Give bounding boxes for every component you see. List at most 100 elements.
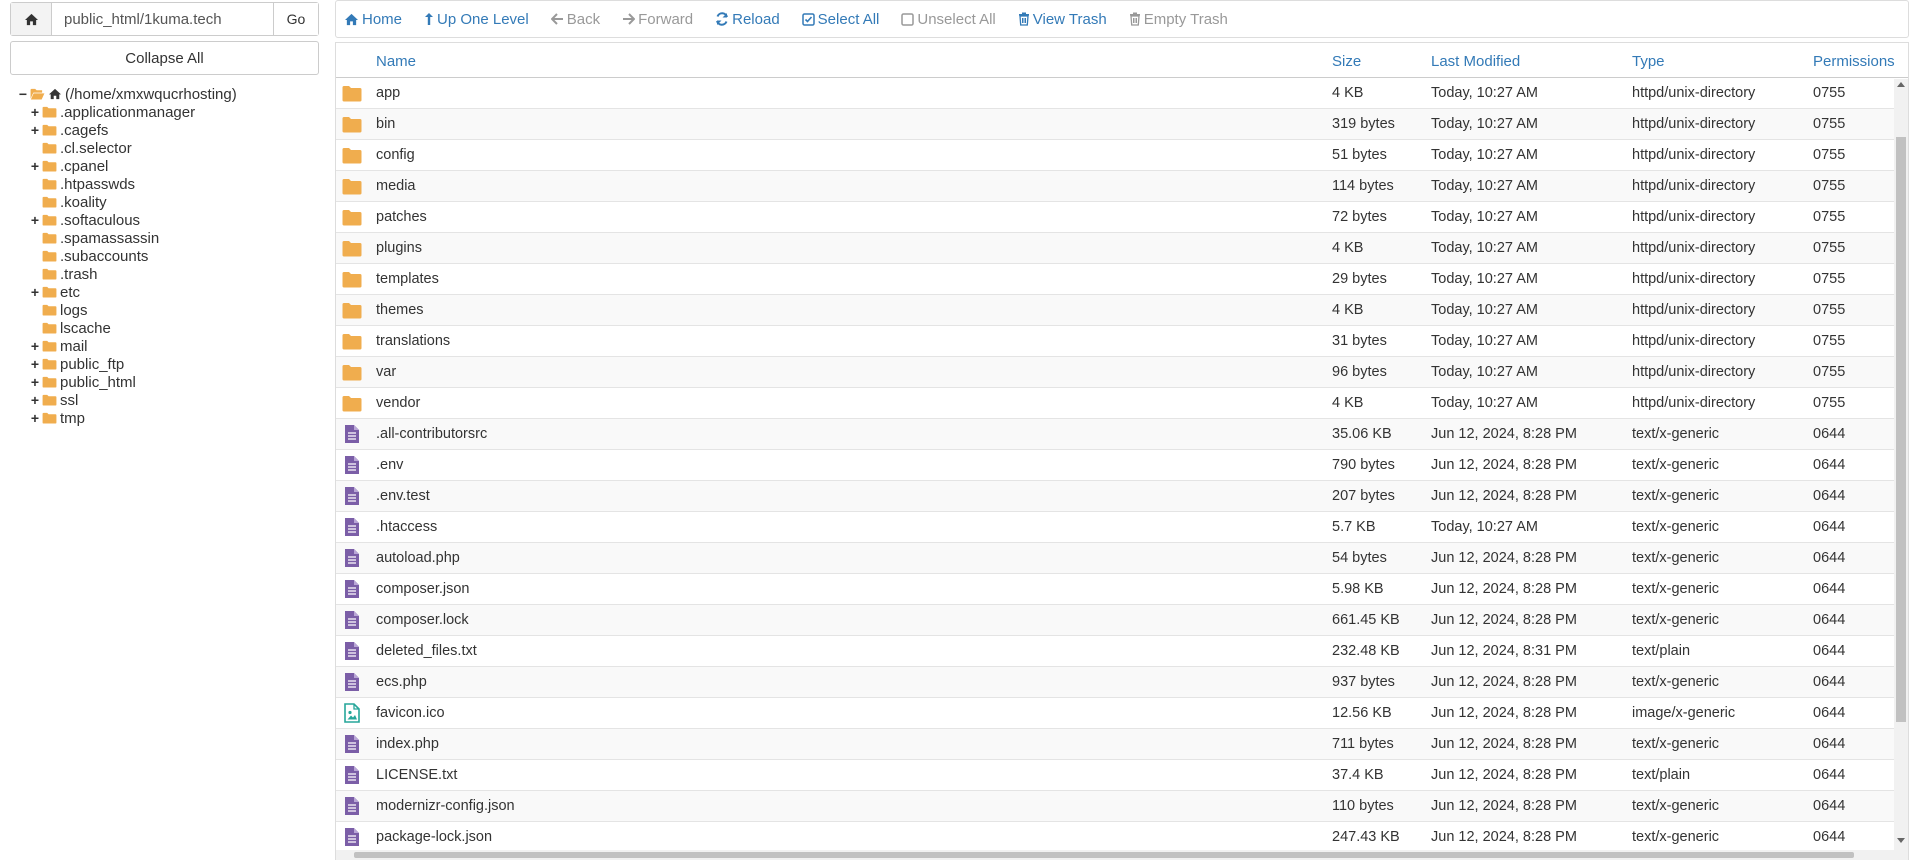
table-row[interactable]: patches 72 bytes Today, 10:27 AM httpd/unix… bbox=[336, 202, 1894, 233]
tree-item[interactable]: lscache bbox=[30, 318, 111, 338]
file-name[interactable]: .env.test bbox=[376, 488, 430, 504]
tree-expand-toggle[interactable]: + bbox=[30, 213, 40, 227]
collapse-all-button[interactable]: Collapse All bbox=[10, 41, 319, 75]
scroll-up-arrow[interactable] bbox=[1897, 82, 1905, 87]
path-input[interactable] bbox=[52, 3, 273, 35]
tree-expand-toggle[interactable]: + bbox=[30, 411, 40, 425]
table-row[interactable]: translations 31 bytes Today, 10:27 AM httpd… bbox=[336, 326, 1894, 357]
table-row[interactable]: templates 29 bytes Today, 10:27 AM httpd/un… bbox=[336, 264, 1894, 295]
home-directory-button[interactable] bbox=[11, 3, 52, 35]
scrollbar-thumb[interactable] bbox=[1896, 137, 1906, 722]
file-name[interactable]: package-lock.json bbox=[376, 829, 492, 845]
tree-item[interactable]: .subaccounts bbox=[30, 246, 148, 266]
file-name[interactable]: composer.json bbox=[376, 581, 470, 597]
tree-item[interactable]: .koality bbox=[30, 192, 107, 212]
file-name[interactable]: .htaccess bbox=[376, 519, 437, 535]
table-row[interactable]: var 96 bytes Today, 10:27 AM httpd/unix-dir… bbox=[336, 357, 1894, 388]
table-row[interactable]: .all-contributorsrc 35.06 KB Jun 12, 2024,… bbox=[336, 419, 1894, 450]
file-name[interactable]: .env bbox=[376, 457, 403, 473]
column-header-last-modified[interactable]: Last Modified bbox=[1431, 53, 1520, 70]
file-name[interactable]: patches bbox=[376, 209, 427, 225]
tree-item[interactable]: + .cagefs bbox=[30, 120, 108, 140]
tree-item[interactable]: .htpasswds bbox=[30, 174, 135, 194]
tree-expand-toggle[interactable]: + bbox=[30, 285, 40, 299]
file-name[interactable]: deleted_files.txt bbox=[376, 643, 477, 659]
forward-button[interactable]: Forward bbox=[622, 11, 693, 28]
table-row[interactable]: .env.test 207 bytes Jun 12, 2024, 8:28 PM t… bbox=[336, 481, 1894, 512]
horizontal-scrollbar-thumb[interactable] bbox=[354, 852, 1854, 858]
table-row[interactable]: plugins 4 KB Today, 10:27 AM httpd/unix-dir… bbox=[336, 233, 1894, 264]
view-trash-button[interactable]: View Trash bbox=[1018, 11, 1107, 28]
up-one-level-button[interactable]: Up One Level bbox=[424, 11, 529, 28]
tree-item[interactable]: + tmp bbox=[30, 408, 85, 428]
tree-expand-toggle[interactable]: + bbox=[30, 375, 40, 389]
file-name[interactable]: app bbox=[376, 85, 400, 101]
table-row[interactable]: LICENSE.txt 37.4 KB Jun 12, 2024, 8:28 PM t… bbox=[336, 760, 1894, 791]
table-row[interactable]: app 4 KB Today, 10:27 AM httpd/unix-directo… bbox=[336, 78, 1894, 109]
tree-item[interactable]: logs bbox=[30, 300, 88, 320]
column-header-permissions[interactable]: Permissions bbox=[1813, 53, 1895, 70]
table-row[interactable]: composer.json 5.98 KB Jun 12, 2024, 8:28 P… bbox=[336, 574, 1894, 605]
table-row[interactable]: index.php 711 bytes Jun 12, 2024, 8:28 PM t… bbox=[336, 729, 1894, 760]
file-name[interactable]: vendor bbox=[376, 395, 420, 411]
file-name[interactable]: config bbox=[376, 147, 415, 163]
reload-button[interactable]: Reload bbox=[715, 11, 780, 28]
table-row[interactable]: modernizr-config.json 110 bytes Jun 12, 20… bbox=[336, 791, 1894, 822]
table-row[interactable]: ecs.php 937 bytes Jun 12, 2024, 8:28 PM tex… bbox=[336, 667, 1894, 698]
column-header-size[interactable]: Size bbox=[1332, 53, 1361, 70]
tree-expand-toggle[interactable]: + bbox=[30, 159, 40, 173]
scroll-down-arrow[interactable] bbox=[1897, 838, 1905, 843]
file-name[interactable]: favicon.ico bbox=[376, 705, 445, 721]
back-button[interactable]: Back bbox=[550, 11, 600, 28]
file-name[interactable]: .all-contributorsrc bbox=[376, 426, 487, 442]
tree-expand-toggle[interactable]: + bbox=[30, 357, 40, 371]
tree-item[interactable]: + .applicationmanager bbox=[30, 102, 195, 122]
vertical-scrollbar[interactable] bbox=[1894, 79, 1908, 860]
tree-item[interactable]: + ssl bbox=[30, 390, 78, 410]
file-name[interactable]: themes bbox=[376, 302, 424, 318]
table-row[interactable]: autoload.php 54 bytes Jun 12, 2024, 8:28 P… bbox=[336, 543, 1894, 574]
table-row[interactable]: themes 4 KB Today, 10:27 AM httpd/unix-dire… bbox=[336, 295, 1894, 326]
horizontal-scrollbar[interactable] bbox=[336, 850, 1894, 860]
file-name[interactable]: composer.lock bbox=[376, 612, 469, 628]
select-all-button[interactable]: Select All bbox=[801, 11, 879, 28]
table-row[interactable]: config 51 bytes Today, 10:27 AM httpd/unix-… bbox=[336, 140, 1894, 171]
file-name[interactable]: templates bbox=[376, 271, 439, 287]
tree-collapse-toggle[interactable]: − bbox=[18, 87, 28, 101]
file-name[interactable]: autoload.php bbox=[376, 550, 460, 566]
tree-item[interactable]: + .cpanel bbox=[30, 156, 108, 176]
table-row[interactable]: media 114 bytes Today, 10:27 AM httpd/unix-… bbox=[336, 171, 1894, 202]
table-row[interactable]: deleted_files.txt 232.48 KB Jun 12, 2024, … bbox=[336, 636, 1894, 667]
table-row[interactable]: package-lock.json 247.43 KB Jun 12, 2024, … bbox=[336, 822, 1894, 853]
file-name[interactable]: LICENSE.txt bbox=[376, 767, 457, 783]
file-name[interactable]: index.php bbox=[376, 736, 439, 752]
tree-item[interactable]: + mail bbox=[30, 336, 88, 356]
tree-expand-toggle[interactable]: + bbox=[30, 105, 40, 119]
file-name[interactable]: bin bbox=[376, 116, 395, 132]
table-row[interactable]: bin 319 bytes Today, 10:27 AM httpd/unix-di… bbox=[336, 109, 1894, 140]
tree-expand-toggle[interactable]: + bbox=[30, 339, 40, 353]
go-button[interactable]: Go bbox=[273, 3, 318, 35]
table-row[interactable]: vendor 4 KB Today, 10:27 AM httpd/unix-dire… bbox=[336, 388, 1894, 419]
file-name[interactable]: var bbox=[376, 364, 396, 380]
tree-expand-toggle[interactable]: + bbox=[30, 393, 40, 407]
unselect-all-button[interactable]: Unselect All bbox=[901, 11, 996, 28]
home-button[interactable]: Home bbox=[344, 11, 402, 28]
file-name[interactable]: modernizr-config.json bbox=[376, 798, 515, 814]
tree-item[interactable]: + public_ftp bbox=[30, 354, 124, 374]
tree-expand-toggle[interactable]: + bbox=[30, 123, 40, 137]
tree-item[interactable]: .trash bbox=[30, 264, 98, 284]
empty-trash-button[interactable]: Empty Trash bbox=[1129, 11, 1228, 28]
tree-item[interactable]: + .softaculous bbox=[30, 210, 140, 230]
table-row[interactable]: .htaccess 5.7 KB Today, 10:27 AM text/x-gen… bbox=[336, 512, 1894, 543]
file-name[interactable]: plugins bbox=[376, 240, 422, 256]
tree-item[interactable]: + etc bbox=[30, 282, 80, 302]
table-row[interactable]: favicon.ico 12.56 KB Jun 12, 2024, 8:28 PM… bbox=[336, 698, 1894, 729]
file-name[interactable]: translations bbox=[376, 333, 450, 349]
tree-root[interactable]: − (/home/xmxwqucrhosting) bbox=[18, 84, 237, 104]
table-row[interactable]: .env 790 bytes Jun 12, 2024, 8:28 PM text/x… bbox=[336, 450, 1894, 481]
file-name[interactable]: ecs.php bbox=[376, 674, 427, 690]
file-name[interactable]: media bbox=[376, 178, 416, 194]
tree-item[interactable]: .cl.selector bbox=[30, 138, 132, 158]
column-header-name[interactable]: Name bbox=[376, 53, 416, 70]
